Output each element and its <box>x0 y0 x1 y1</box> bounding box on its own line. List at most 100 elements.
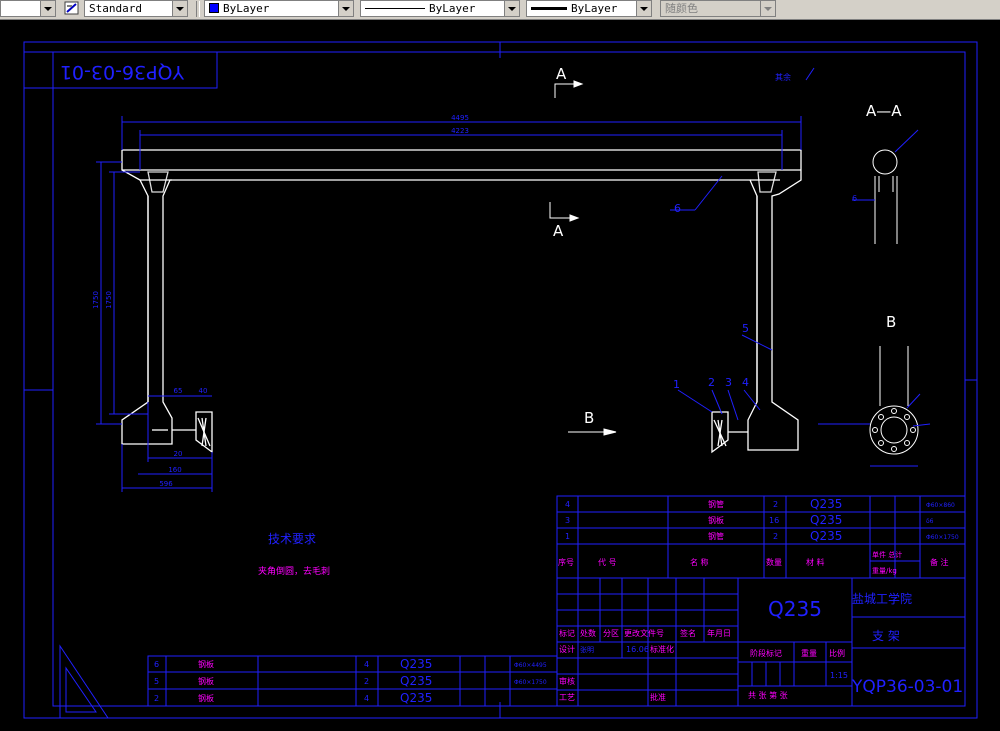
standard-label: 标准化 <box>650 644 674 654</box>
table-row: 5 钢板 2 Q235 Φ60×1750 <box>154 674 547 688</box>
part-material: Q235 <box>810 497 842 511</box>
view-b-dims <box>818 393 931 467</box>
chevron-down-icon[interactable] <box>636 1 651 16</box>
section-aa-dim: 6 <box>852 194 857 203</box>
dimension-lines <box>96 116 802 492</box>
part-name: 钢板 <box>198 693 214 703</box>
chevron-down-icon[interactable] <box>760 1 775 16</box>
part-qty: 4 <box>364 660 369 669</box>
drawing-number-mirrored: YQP36-03-01 <box>60 61 185 83</box>
parts-list-header: 序号 代 号 名 称 数量 材 料 单件 总计 重量/kg 备 注 <box>558 550 949 575</box>
dim-overall-2: 4223 <box>451 127 469 135</box>
part-qty: 4 <box>364 694 369 703</box>
color-swatch-icon <box>209 3 219 13</box>
table-row: 6 钢板 4 Q235 Φ60×4495 <box>154 657 547 671</box>
table-row: 4 钢管 2 Q235 Φ60×860 <box>565 497 955 511</box>
chevron-down-icon[interactable] <box>338 1 353 16</box>
chevron-down-icon[interactable] <box>504 1 519 16</box>
part-remark: Φ60×4495 <box>514 662 547 669</box>
rev-label-count: 处数 <box>580 628 596 638</box>
title-school: 盐城工学院 <box>852 591 912 606</box>
parts-list-lower: 6 钢板 4 Q235 Φ60×4495 5 钢板 2 Q235 Φ60×175… <box>154 657 547 705</box>
prev-dropdown[interactable] <box>0 0 56 17</box>
rev-label-zone: 分区 <box>603 629 619 638</box>
part-qty: 16 <box>769 516 779 525</box>
rev-label-sign: 签名 <box>680 628 696 638</box>
title-block: Q235 盐城工学院 支 架 YQP36-03-01 标记 处数 分区 更改文件… <box>559 591 963 702</box>
linetype-value: ByLayer <box>429 2 476 15</box>
parts-list-upper-grid <box>556 495 966 579</box>
section-marks <box>549 80 617 436</box>
title-drawing-number: YQP36-03-01 <box>851 677 963 697</box>
plotstyle-dropdown[interactable]: 随颜色 <box>660 0 776 17</box>
part-remark: δ6 <box>926 518 934 525</box>
dim-overall-1: 4495 <box>451 114 469 122</box>
callout-2: 2 <box>708 376 715 389</box>
header-no: 序号 <box>558 557 574 567</box>
designer-name: 张明 <box>580 645 594 654</box>
lineweight-sample-icon <box>531 7 567 10</box>
header-weight-kg: 重量/kg <box>872 567 897 575</box>
section-aa-title: A—A <box>866 102 902 120</box>
callout-numbers: 1 2 3 4 5 6 <box>673 202 749 391</box>
part-name: 钢板 <box>198 659 214 669</box>
part-material: Q235 <box>810 513 842 527</box>
header-weight-unit: 单件 总计 <box>872 550 902 559</box>
main-structure <box>121 149 802 454</box>
part-qty: 2 <box>773 532 778 541</box>
dim-bottom-5: 596 <box>159 480 173 488</box>
approve-label: 批准 <box>650 692 666 702</box>
tech-requirements-title: 技术要求 <box>268 532 316 546</box>
linetype-dropdown[interactable]: ByLayer <box>360 0 520 17</box>
textstyle-dropdown[interactable]: Standard <box>84 0 188 17</box>
drawing-canvas[interactable]: YQP36-03-01 4495 4223 1750 1750 65 40 20… <box>0 20 1000 731</box>
title-part-name: 支 架 <box>872 629 900 643</box>
process-label: 工艺 <box>559 693 575 702</box>
dim-bottom-1: 65 <box>174 387 183 395</box>
scale-label: 比例 <box>829 648 845 658</box>
part-material: Q235 <box>400 657 432 671</box>
properties-toolbar: Standard ByLayer ByLayer ByLayer 随颜色 <box>0 0 1000 20</box>
roughness-symbol-icon <box>805 67 815 81</box>
review-label: 审核 <box>559 676 575 686</box>
callout-5: 5 <box>742 322 749 335</box>
toolbar-separator <box>196 1 200 17</box>
weight-label: 重量 <box>801 648 817 658</box>
dim-height-2: 1750 <box>105 291 113 309</box>
callout-1: 1 <box>673 378 680 391</box>
revision-labels: 标记 处数 分区 更改文件号 签名 年月日 设计 张明 16.06 标准化 审核… <box>559 628 848 702</box>
part-remark: Φ60×1750 <box>926 534 959 541</box>
part-no: 3 <box>565 516 570 525</box>
lineweight-dropdown[interactable]: ByLayer <box>526 0 652 17</box>
part-material: Q235 <box>400 674 432 688</box>
text-style-icon[interactable] <box>64 1 80 16</box>
part-no: 6 <box>154 660 159 669</box>
part-name: 钢板 <box>708 515 724 525</box>
callout-6: 6 <box>674 202 681 215</box>
header-code: 代 号 <box>598 557 617 567</box>
drawing-frame <box>23 41 978 719</box>
parts-list-upper: 4 钢管 2 Q235 Φ60×860 3 钢板 16 Q235 δ6 1 钢管… <box>558 497 959 575</box>
part-qty: 2 <box>773 500 778 509</box>
callout-4: 4 <box>742 376 749 389</box>
title-material: Q235 <box>768 597 822 621</box>
color-dropdown[interactable]: ByLayer <box>204 0 354 17</box>
dim-bottom-4: 160 <box>168 466 181 474</box>
part-remark: Φ60×1750 <box>514 679 547 686</box>
header-name: 名 称 <box>690 557 709 567</box>
drafting-triangle-icon <box>59 644 109 719</box>
dim-height-1: 1750 <box>92 291 100 309</box>
chevron-down-icon[interactable] <box>172 1 187 16</box>
header-material: 材 料 <box>806 557 825 567</box>
header-remark: 备 注 <box>930 557 949 567</box>
section-mark-top: A <box>556 65 567 83</box>
design-label: 设计 <box>559 644 575 654</box>
section-aa-dims <box>852 129 919 201</box>
sheet-info: 共 张 第 张 <box>748 690 788 700</box>
callout-3: 3 <box>725 376 732 389</box>
part-name: 钢管 <box>708 531 724 541</box>
chevron-down-icon[interactable] <box>40 1 55 16</box>
plotstyle-value: 随颜色 <box>665 2 698 15</box>
rev-label-doc: 更改文件号 <box>624 628 664 638</box>
part-no: 4 <box>565 500 570 509</box>
